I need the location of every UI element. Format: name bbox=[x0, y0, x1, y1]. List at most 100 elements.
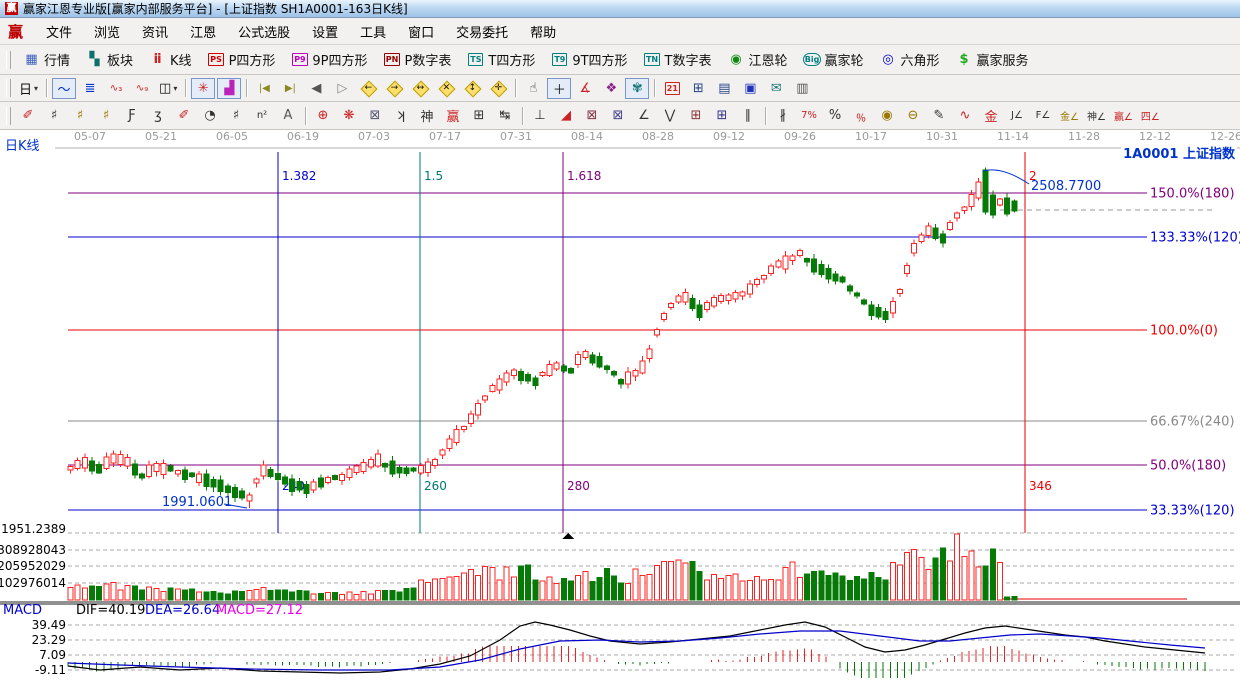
time-ruler-button[interactable]: ♯ bbox=[42, 105, 66, 126]
spiral-5-button[interactable]: ʒ bbox=[146, 105, 170, 126]
expand-horizontal-diamond-button[interactable]: ↔ bbox=[408, 78, 432, 99]
candle-style-dropdown-button[interactable]: ◫ ▾ bbox=[156, 78, 180, 99]
j-angle-button[interactable]: J∠ bbox=[1005, 105, 1029, 126]
compress-diamond-button[interactable]: ✕ bbox=[434, 78, 458, 99]
pattern-gift-tool-button[interactable]: ❖ bbox=[599, 78, 623, 99]
prev-page-button[interactable]: ◀ bbox=[304, 78, 328, 99]
menu-item-file[interactable]: 文件 bbox=[35, 19, 83, 44]
gold-angle-button[interactable]: 金∠ bbox=[1057, 105, 1082, 126]
calendar-21-button[interactable]: 21 bbox=[660, 78, 684, 99]
starburst-box-button[interactable]: ⊠ bbox=[363, 105, 387, 126]
seven-percent-button[interactable]: 7% bbox=[797, 105, 821, 126]
kline-chart-canvas[interactable]: 150.0%(180) 133.33%(120) 100.0%(0) 66.67%(2… bbox=[0, 130, 1240, 682]
menu-item-trade-entrust[interactable]: 交易委托 bbox=[445, 19, 519, 44]
zoom-left-diamond-button[interactable]: ← bbox=[356, 78, 380, 99]
toolbar-sectors-button[interactable]: ▚ 板块 bbox=[78, 47, 141, 72]
volume-bars[interactable] bbox=[67, 533, 1018, 601]
candlesticks[interactable] bbox=[67, 167, 1018, 508]
target-circle-button[interactable]: ⊕ bbox=[311, 105, 335, 126]
starburst-button[interactable]: ❋ bbox=[337, 105, 361, 126]
menu-item-formula-stock-pick[interactable]: 公式选股 bbox=[227, 19, 301, 44]
hand-drag-tool-button[interactable]: ☝ bbox=[521, 78, 545, 99]
wave-a-button[interactable]: ∿ bbox=[953, 105, 977, 126]
ma-lines-9-button[interactable]: ∿₉ bbox=[130, 78, 154, 99]
fan-box-1-button[interactable]: ⊠ bbox=[580, 105, 604, 126]
toolbar-p-square-button[interactable]: PS P四方形 bbox=[200, 47, 284, 72]
grid-fine-1-button[interactable]: ⊞ bbox=[684, 105, 708, 126]
expand-all-diamond-button[interactable]: ✛ bbox=[486, 78, 510, 99]
gold-line-button[interactable]: ⊖ bbox=[901, 105, 925, 126]
gold-ruler-1-button[interactable]: ♯ bbox=[68, 105, 92, 126]
workstation-button[interactable]: ▥ bbox=[790, 78, 814, 99]
percent-button[interactable]: % bbox=[823, 105, 847, 126]
four-angle-button[interactable]: 四∠ bbox=[1138, 105, 1163, 126]
menu-item-help[interactable]: 帮助 bbox=[519, 19, 567, 44]
calculator-button[interactable]: ⊞ bbox=[686, 78, 710, 99]
save-disk-button[interactable]: ▣ bbox=[738, 78, 762, 99]
shen-angle-button[interactable]: 神∠ bbox=[1084, 105, 1109, 126]
gann-pattern-button[interactable]: ✳ bbox=[191, 77, 216, 99]
trend-pen-button[interactable]: ✐ bbox=[16, 105, 40, 126]
toolbar-t-number-table-button[interactable]: TN T数字表 bbox=[636, 47, 720, 72]
next-page-button[interactable]: ▷ bbox=[330, 78, 354, 99]
crosshair-tool-button[interactable]: ＋ bbox=[547, 77, 572, 99]
volume-style-button[interactable]: ▟ bbox=[217, 77, 242, 99]
toolbar-quotes-button[interactable]: ▦ 行情 bbox=[15, 47, 78, 72]
gann-time-lines[interactable]: 1.3822401.52601.6182802346 bbox=[277, 152, 1052, 539]
menu-item-tools[interactable]: 工具 bbox=[349, 19, 397, 44]
percent-line-button[interactable]: ﹪ bbox=[849, 105, 873, 126]
parallel-lines-button[interactable]: ∥ bbox=[736, 105, 760, 126]
menu-item-news[interactable]: 资讯 bbox=[131, 19, 179, 44]
fan-box-2-button[interactable]: ⊠ bbox=[606, 105, 630, 126]
toolbar-gann-wheel-button[interactable]: ◉ 江恩轮 bbox=[720, 47, 796, 72]
toolbar-winner-service-button[interactable]: $ 赢家服务 bbox=[948, 47, 1037, 72]
f-angle-button[interactable]: F∠ bbox=[1031, 105, 1055, 126]
toolbar-t-square-button[interactable]: TS T四方形 bbox=[459, 47, 543, 72]
gann-fan-button[interactable]: ◢ bbox=[554, 105, 578, 126]
wave-overlay-button[interactable]: 〜 bbox=[52, 77, 77, 99]
zoom-right-diamond-button[interactable]: → bbox=[382, 78, 406, 99]
plain-ruler-button[interactable]: ♯ bbox=[224, 105, 248, 126]
toolbar-kline-button[interactable]: ⅱ K线 bbox=[141, 47, 200, 72]
menu-item-settings[interactable]: 设置 bbox=[301, 19, 349, 44]
win-angle-button[interactable]: 赢∠ bbox=[1111, 105, 1136, 126]
angle-lines-button[interactable]: ∠ bbox=[632, 105, 656, 126]
gold-circle-button[interactable]: ◉ bbox=[875, 105, 899, 126]
period-day-dropdown-button[interactable]: 日 ▾ bbox=[16, 78, 41, 99]
angle-measure-tool-button[interactable]: ∡ bbox=[573, 78, 597, 99]
menu-item-browse[interactable]: 浏览 bbox=[83, 19, 131, 44]
memo-pad-button[interactable]: ▤ bbox=[712, 78, 736, 99]
ma-lines-3-button[interactable]: ∿₃ bbox=[104, 78, 128, 99]
toolbar-winner-wheel-button[interactable]: Big 赢家轮 bbox=[796, 47, 872, 72]
toolbar-9p-square-button[interactable]: P9 9P四方形 bbox=[283, 47, 375, 72]
macd-indicator-label[interactable]: MACD bbox=[3, 603, 42, 618]
menu-item-gann[interactable]: 江恩 bbox=[179, 19, 227, 44]
last-page-button[interactable]: ▶| bbox=[278, 78, 302, 99]
mirror-a-button[interactable]: A bbox=[276, 105, 300, 126]
n-squared-button[interactable]: n² bbox=[250, 105, 274, 126]
grid-fine-2-button[interactable]: ⊞ bbox=[710, 105, 734, 126]
grid-123-button[interactable]: ⊞ bbox=[467, 105, 491, 126]
gold-ruler-2-button[interactable]: ♯ bbox=[94, 105, 118, 126]
marker-pen-button[interactable]: ✐ bbox=[172, 105, 196, 126]
toolbar-9t-square-button[interactable]: T9 9T四方形 bbox=[543, 47, 635, 72]
send-mail-button[interactable]: ✉ bbox=[764, 78, 788, 99]
info-note-button[interactable]: ≣ bbox=[78, 78, 102, 99]
pen-flag-button[interactable]: ✎ bbox=[927, 105, 951, 126]
k-quote-button[interactable]: ʞ bbox=[389, 105, 413, 126]
width-arrows-button[interactable]: ↹ bbox=[493, 105, 517, 126]
toolbar-hexagon-button[interactable]: ◎ 六角形 bbox=[872, 47, 948, 72]
wave-v-button[interactable]: ⋁ bbox=[658, 105, 682, 126]
toolbar-p-number-table-button[interactable]: PN P数字表 bbox=[376, 47, 460, 72]
circle-ruler-button[interactable]: ◔ bbox=[198, 105, 222, 126]
box-axes-button[interactable]: ⊥ bbox=[528, 105, 552, 126]
shen-ruler-button[interactable]: 神 bbox=[415, 105, 439, 126]
menu-item-window[interactable]: 窗口 bbox=[397, 19, 445, 44]
brain-tool-button[interactable]: ✾ bbox=[625, 77, 650, 99]
gold-red-button[interactable]: 金 bbox=[979, 105, 1003, 126]
win-ruler-button[interactable]: 赢 bbox=[441, 105, 465, 126]
f-ruler-button[interactable]: Ƒ bbox=[120, 105, 144, 126]
first-page-button[interactable]: |◀ bbox=[252, 78, 276, 99]
gann-percent-lines[interactable]: 150.0%(180) 133.33%(120) 100.0%(0) 66.67%(2… bbox=[68, 187, 1240, 519]
expand-vertical-diamond-button[interactable]: ↕ bbox=[460, 78, 484, 99]
